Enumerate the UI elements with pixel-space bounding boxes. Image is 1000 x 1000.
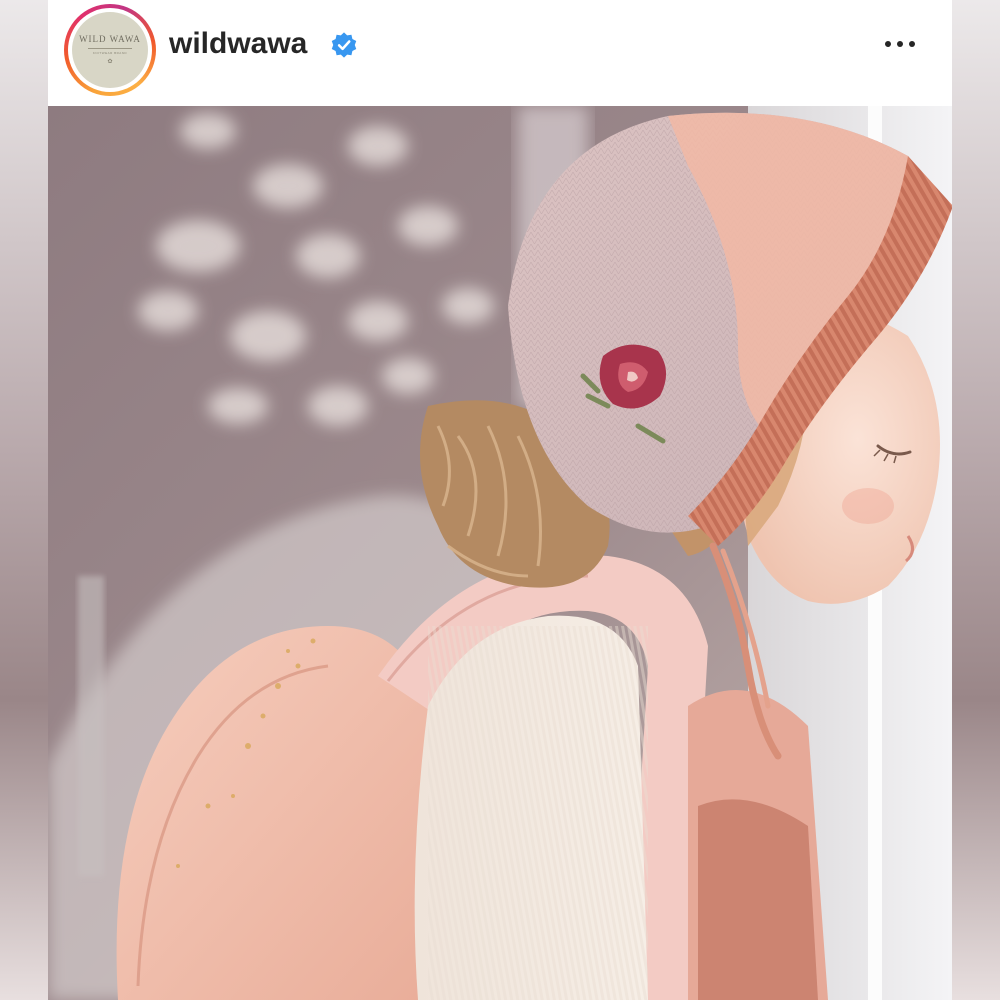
more-dot-icon	[885, 41, 891, 47]
verified-badge-icon	[331, 32, 357, 58]
username[interactable]: wildwawa	[169, 24, 307, 64]
avatar-gap: WILD WAWA KNITWEAR BRAND ✿	[68, 8, 152, 92]
story-ring[interactable]: WILD WAWA KNITWEAR BRAND ✿	[64, 4, 156, 96]
post-image[interactable]	[48, 106, 952, 1000]
avatar-sub-text: KNITWEAR BRAND	[92, 51, 128, 55]
more-dot-icon	[909, 41, 915, 47]
avatar-mark-icon: ✿	[107, 59, 113, 65]
instagram-post: WILD WAWA KNITWEAR BRAND ✿ wildwawa	[48, 0, 952, 1000]
more-dot-icon	[897, 41, 903, 47]
post-header: WILD WAWA KNITWEAR BRAND ✿ wildwawa	[48, 0, 952, 106]
screenshot-frame: WILD WAWA KNITWEAR BRAND ✿ wildwawa	[0, 0, 1000, 1000]
post-photo-illustration	[48, 106, 952, 1000]
avatar-brand-text: WILD WAWA	[79, 34, 141, 44]
avatar-divider	[88, 48, 132, 49]
avatar[interactable]: WILD WAWA KNITWEAR BRAND ✿	[72, 12, 148, 88]
more-options-button[interactable]	[874, 24, 926, 64]
